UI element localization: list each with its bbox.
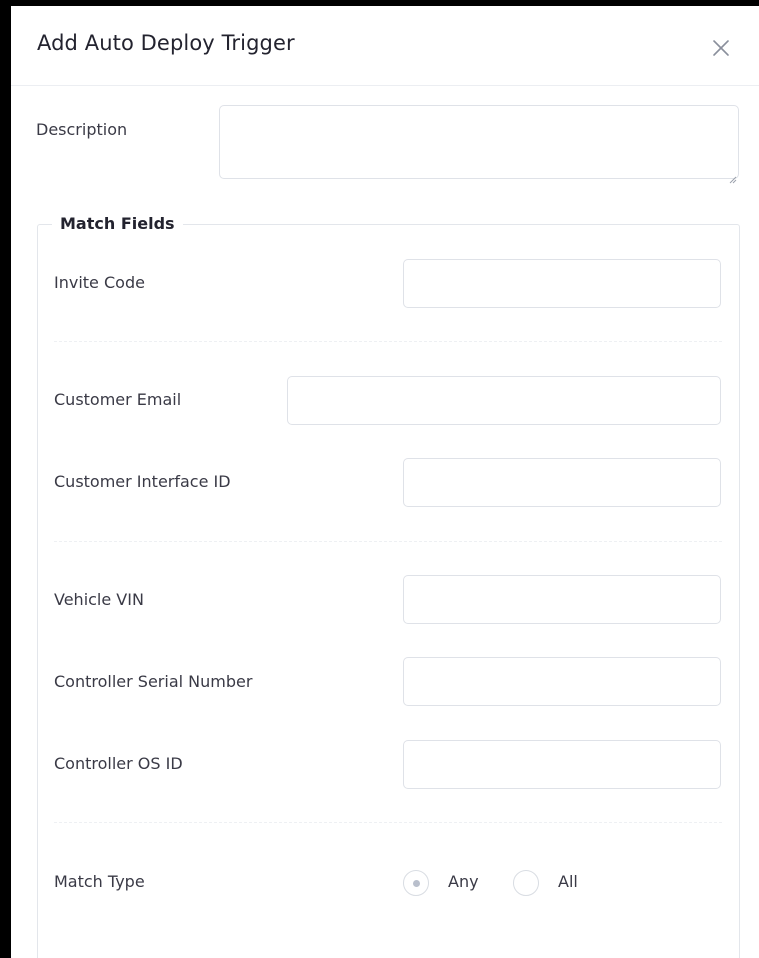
controller-os-id-label: Controller OS ID <box>54 754 183 773</box>
match-fields-legend: Match Fields <box>52 214 183 233</box>
invite-code-label: Invite Code <box>54 273 145 292</box>
controller-serial-number-input[interactable] <box>403 657 721 706</box>
resize-grip-icon[interactable] <box>729 169 737 184</box>
customer-email-input[interactable] <box>287 376 721 425</box>
invite-code-input[interactable] <box>403 259 721 308</box>
radio-all-label: All <box>558 872 578 891</box>
vehicle-vin-label: Vehicle VIN <box>54 590 144 609</box>
controller-serial-number-label: Controller Serial Number <box>54 672 253 691</box>
match-type-radio-group: Any All <box>403 870 623 896</box>
close-button[interactable] <box>709 36 733 60</box>
controller-os-id-input[interactable] <box>403 740 721 789</box>
customer-interface-id-input[interactable] <box>403 458 721 507</box>
radio-selected-dot <box>413 880 420 887</box>
vehicle-vin-input[interactable] <box>403 575 721 624</box>
customer-interface-id-label: Customer Interface ID <box>54 472 231 491</box>
dialog-header: Add Auto Deploy Trigger <box>11 6 759 86</box>
add-trigger-dialog: Add Auto Deploy Trigger Description Matc… <box>11 6 759 958</box>
description-textarea[interactable] <box>219 105 739 179</box>
close-icon <box>709 36 733 60</box>
radio-any[interactable] <box>403 870 429 896</box>
divider <box>54 541 722 542</box>
customer-email-label: Customer Email <box>54 390 182 409</box>
divider <box>54 341 722 342</box>
radio-all[interactable] <box>513 870 539 896</box>
dialog-title: Add Auto Deploy Trigger <box>37 31 295 55</box>
radio-any-label: Any <box>448 872 479 891</box>
description-label: Description <box>36 120 128 139</box>
match-type-label: Match Type <box>54 872 145 891</box>
divider <box>54 822 722 823</box>
